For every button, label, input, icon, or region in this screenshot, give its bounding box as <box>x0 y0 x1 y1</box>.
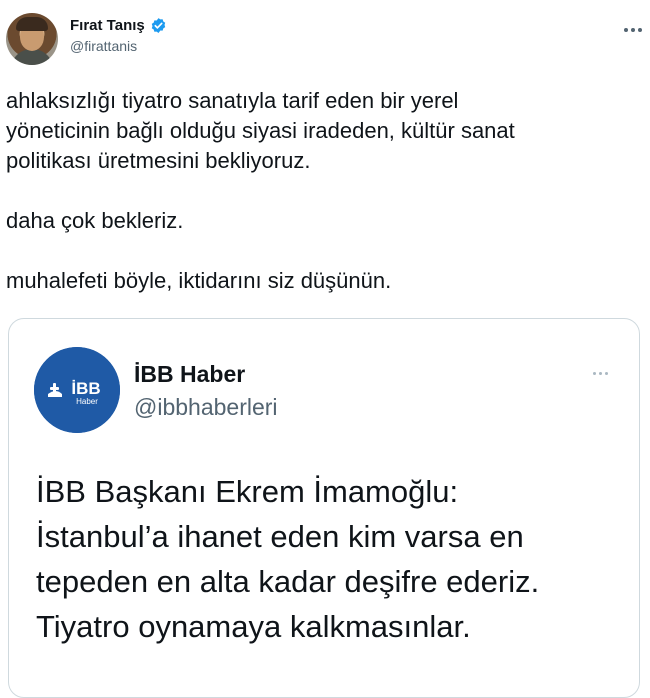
tweet: Fırat Tanış @firattanis ahlaksızlığı tiy… <box>0 0 650 698</box>
avatar[interactable] <box>6 13 58 65</box>
tweet-text: ahlaksızlığı tiyatro sanatıyla tarif ede… <box>6 88 515 293</box>
quoted-avatar[interactable]: İBB Haber <box>34 347 120 433</box>
author-handle[interactable]: @firattanis <box>70 38 137 54</box>
tweet-header: Fırat Tanış @firattanis <box>0 8 650 68</box>
quoted-author-name[interactable]: İBB Haber <box>134 361 245 388</box>
quoted-more-options-icon[interactable] <box>585 363 615 383</box>
author-name-row: Fırat Tanış <box>70 17 167 34</box>
more-options-icon[interactable] <box>618 20 648 40</box>
quoted-tweet-text: İBB Başkanı Ekrem İmamoğlu: İstanbul’a i… <box>36 474 540 644</box>
quoted-author-handle[interactable]: @ibbhaberleri <box>134 394 278 421</box>
quoted-avatar-logo: İBB <box>71 379 100 398</box>
quoted-avatar-sub: Haber <box>76 397 98 406</box>
author-name[interactable]: Fırat Tanış <box>70 17 145 34</box>
verified-badge-icon <box>150 17 167 34</box>
quoted-tweet[interactable]: İBB Haber İBB Haber @ibbhaberleri İBB Ba… <box>8 318 640 698</box>
